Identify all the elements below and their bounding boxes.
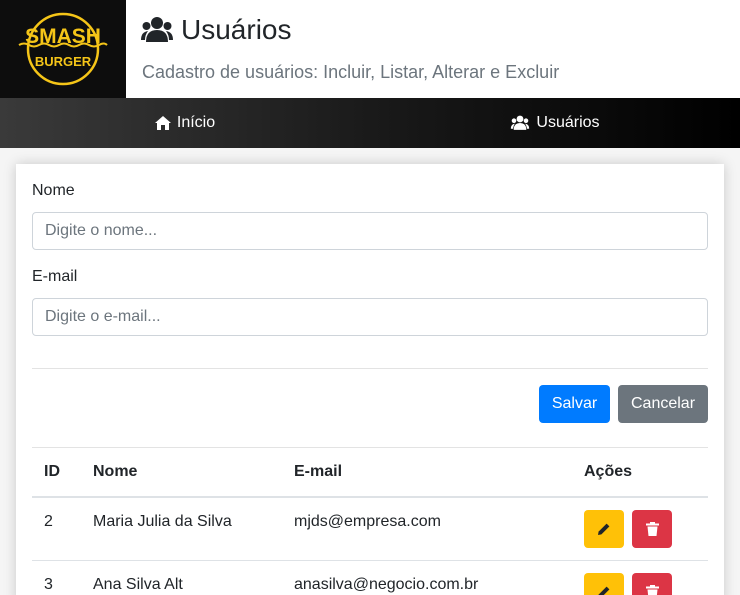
page-title: Usuários bbox=[141, 14, 291, 46]
name-label: Nome bbox=[32, 182, 75, 199]
name-input[interactable] bbox=[32, 212, 708, 250]
logo: SMASH BURGER bbox=[0, 0, 126, 98]
email-label: E-mail bbox=[32, 268, 78, 285]
delete-button[interactable] bbox=[632, 573, 672, 595]
pencil-icon bbox=[598, 523, 610, 535]
cell-id: 2 bbox=[44, 513, 53, 530]
table-top-divider bbox=[32, 447, 708, 448]
row-divider bbox=[32, 560, 708, 561]
cell-id: 3 bbox=[44, 576, 53, 593]
pencil-icon bbox=[598, 586, 610, 595]
cell-email: anasilva@negocio.com.br bbox=[294, 576, 479, 593]
logo-text-bottom: BURGER bbox=[35, 54, 92, 69]
home-icon bbox=[154, 116, 171, 130]
cancel-button[interactable]: Cancelar bbox=[618, 385, 708, 423]
table-header-line bbox=[32, 496, 708, 498]
logo-badge: SMASH BURGER bbox=[18, 12, 108, 86]
cell-name: Ana Silva Alt bbox=[93, 576, 183, 593]
edit-button[interactable] bbox=[584, 510, 624, 548]
nav-item-home[interactable]: Início bbox=[0, 98, 370, 148]
users-icon bbox=[511, 115, 530, 130]
main-nav: Início Usuários bbox=[0, 98, 740, 148]
edit-button[interactable] bbox=[584, 573, 624, 595]
delete-button[interactable] bbox=[632, 510, 672, 548]
users-icon bbox=[141, 17, 173, 42]
user-form-card: Nome E-mail Salvar Cancelar ID Nome E-ma… bbox=[16, 164, 724, 595]
trash-icon bbox=[645, 585, 659, 595]
col-header-email: E-mail bbox=[294, 463, 343, 480]
email-input[interactable] bbox=[32, 298, 708, 336]
nav-home-label: Início bbox=[176, 114, 216, 131]
col-header-name: Nome bbox=[93, 463, 138, 480]
trash-icon bbox=[645, 522, 659, 536]
page-title-text: Usuários bbox=[181, 14, 292, 45]
save-button[interactable]: Salvar bbox=[539, 385, 610, 423]
nav-users-label: Usuários bbox=[536, 114, 600, 131]
page-header: Usuários Cadastro de usuários: Incluir, … bbox=[126, 0, 740, 98]
col-header-actions: Ações bbox=[584, 463, 633, 480]
page-subtitle: Cadastro de usuários: Incluir, Listar, A… bbox=[142, 62, 560, 82]
form-divider bbox=[32, 368, 708, 369]
col-header-id: ID bbox=[44, 463, 60, 480]
nav-item-users[interactable]: Usuários bbox=[370, 98, 740, 148]
cell-name: Maria Julia da Silva bbox=[93, 513, 232, 530]
cell-email: mjds@empresa.com bbox=[294, 513, 441, 530]
logo-text-top: SMASH bbox=[25, 25, 101, 48]
